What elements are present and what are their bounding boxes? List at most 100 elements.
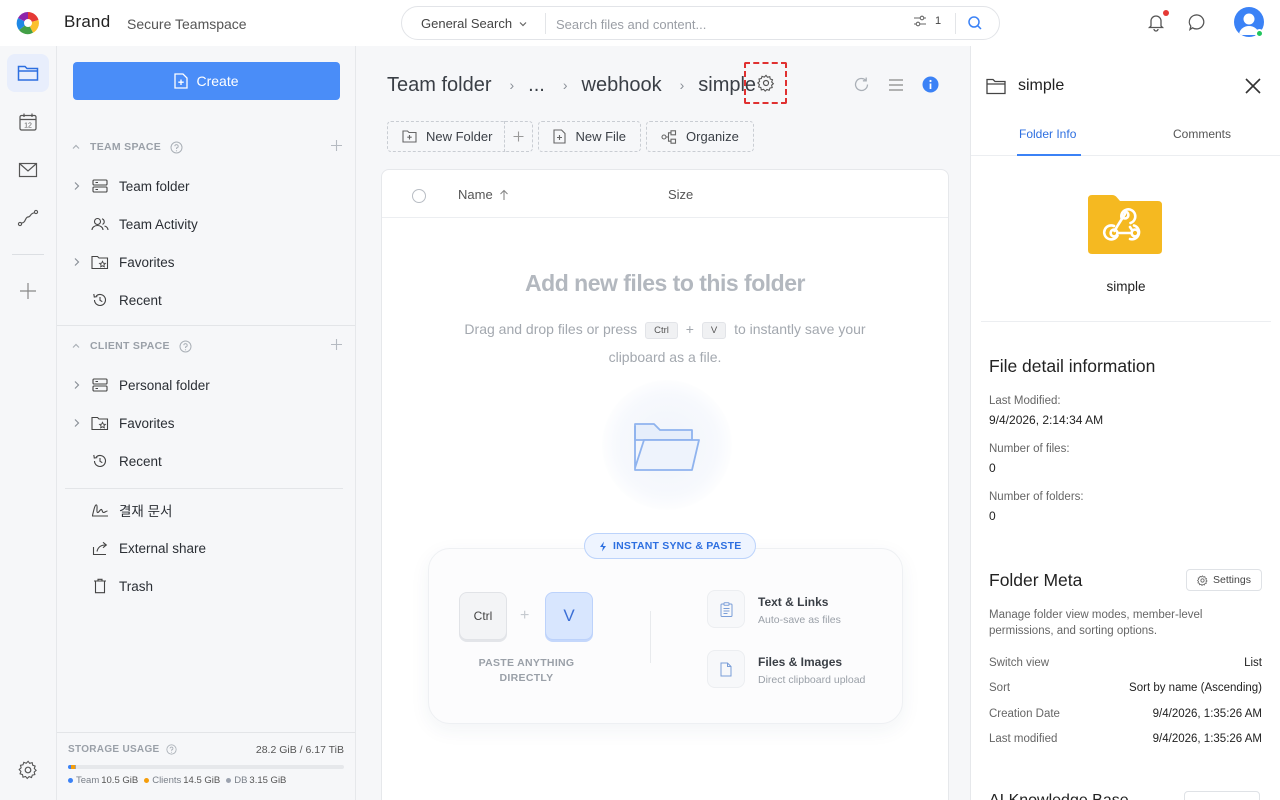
meta-row-switch-view: Switch view List (989, 657, 1262, 669)
paste-anything-label: PASTE ANYTHING DIRECTLY (478, 657, 575, 684)
chat-button[interactable] (1188, 13, 1207, 32)
rail-calendar[interactable]: 12 (7, 103, 49, 141)
tab-folder-info[interactable]: Folder Info (1019, 127, 1076, 141)
num-folders-label: Number of folders: (989, 491, 1084, 503)
search-input[interactable] (556, 14, 896, 34)
num-folders-value: 0 (989, 509, 996, 523)
breadcrumb-item[interactable]: Team folder (387, 74, 492, 97)
star-folder-icon (89, 416, 111, 431)
users-icon (89, 217, 111, 231)
add-team-space-icon[interactable] (330, 139, 343, 152)
new-file-icon (553, 129, 567, 144)
rail-divider (12, 254, 44, 255)
app-rail: 12 (0, 46, 57, 800)
instant-sync-card: Ctrl + V PASTE ANYTHING DIRECTLY Text & … (428, 548, 903, 724)
organize-button[interactable]: Organize (646, 121, 754, 152)
search-bar: General Search 1 (401, 6, 1000, 40)
rail-settings[interactable] (7, 751, 49, 789)
folder-icon (986, 78, 1006, 95)
main-content: Team folder › ... › webhook › simple New… (357, 46, 970, 800)
new-folder-button[interactable]: New Folder (387, 121, 506, 152)
column-header-name[interactable]: Name (458, 187, 509, 202)
filter-button[interactable]: 1 (913, 15, 941, 27)
storage-bar-team (68, 765, 71, 769)
logo-icon[interactable] (16, 11, 40, 35)
folder-icon (17, 65, 39, 81)
close-details-button[interactable] (1244, 77, 1262, 95)
breadcrumb-ellipsis[interactable]: ... (528, 74, 545, 97)
breadcrumb-separator-icon: › (562, 77, 568, 93)
details-panel: simple Folder Info Comments simple File … (970, 46, 1280, 800)
sidebar-item-team-recent[interactable]: Recent (71, 285, 341, 315)
new-file-label: New File (575, 129, 627, 144)
sidebar-item-client-favorites[interactable]: Favorites (71, 408, 341, 438)
breadcrumb-item[interactable]: webhook (582, 74, 662, 97)
folder-settings-button[interactable] (744, 62, 787, 104)
chevron-right-icon[interactable] (71, 257, 83, 267)
active-tab-indicator (1017, 154, 1081, 156)
details-tabs: Folder Info Comments (971, 118, 1280, 156)
search-scope-dropdown[interactable]: General Search (421, 16, 528, 31)
help-icon[interactable] (179, 340, 192, 353)
online-status-indicator (1255, 29, 1264, 38)
sidebar-item-approval-docs[interactable]: 결재 문서 (71, 495, 341, 525)
history-icon (89, 453, 111, 469)
file-icon (707, 650, 745, 688)
sidebar-item-label: Team folder (119, 178, 190, 194)
new-file-button[interactable]: New File (538, 121, 642, 152)
chevron-right-icon[interactable] (71, 418, 83, 428)
team-space-header[interactable]: TEAM SPACE (71, 137, 343, 157)
rail-mail[interactable] (7, 151, 49, 189)
storage-bar-clients (71, 765, 75, 769)
num-files-value: 0 (989, 461, 996, 475)
chevron-right-icon[interactable] (71, 380, 83, 390)
ai-knowledge-base-button[interactable] (1184, 791, 1260, 800)
sidebar-item-team-favorites[interactable]: Favorites (71, 247, 341, 277)
sidebar-item-label: 결재 문서 (119, 504, 173, 519)
storage-usage: STORAGE USAGE 28.2 GiB / 6.17 TiB Team 10… (57, 732, 355, 800)
client-space-title: CLIENT SPACE (90, 340, 170, 352)
help-icon[interactable] (170, 141, 183, 154)
webhook-folder-icon (1088, 194, 1162, 254)
trash-icon (89, 578, 111, 594)
server-icon (89, 378, 111, 392)
folder-meta-settings-button[interactable]: Settings (1186, 569, 1262, 591)
tab-comments[interactable]: Comments (1173, 127, 1231, 141)
storage-title: STORAGE USAGE (68, 744, 160, 755)
gear-icon (1197, 574, 1208, 586)
star-folder-icon (89, 255, 111, 270)
list-view-icon[interactable] (888, 78, 904, 92)
column-header-size[interactable]: Size (668, 187, 693, 202)
help-icon[interactable] (165, 744, 177, 755)
file-detail-title: File detail information (989, 356, 1156, 376)
sidebar-item-personal-folder[interactable]: Personal folder (71, 370, 341, 400)
chevron-right-icon[interactable] (71, 181, 83, 191)
create-button[interactable]: Create (73, 62, 340, 100)
refresh-icon[interactable] (853, 76, 870, 93)
sidebar-item-client-recent[interactable]: Recent (71, 446, 341, 476)
storage-legend: Team 10.5 GiB Clients 14.5 GiB DB 3.15 GiB (68, 775, 286, 786)
rail-workflow[interactable] (7, 199, 49, 237)
calendar-day: 12 (24, 123, 32, 130)
storage-bar-db (75, 765, 76, 769)
select-all-checkbox[interactable] (412, 189, 426, 203)
feature-files-images: Files & Images Direct clipboard upload (707, 650, 865, 688)
folder-meta-description: Manage folder view modes, member-level p… (989, 609, 1203, 637)
client-space-header[interactable]: CLIENT SPACE (71, 336, 343, 356)
file-list-panel: Name Size Add new files to this folder D… (381, 169, 949, 800)
organize-icon (661, 129, 677, 144)
ai-knowledge-base-title: AI Knowledge Base (989, 792, 1129, 800)
sidebar-item-team-folder[interactable]: Team folder (71, 171, 341, 201)
sidebar-item-external-share[interactable]: External share (71, 533, 341, 563)
empty-state-title: Add new files to this folder (525, 270, 805, 296)
sidebar-item-trash[interactable]: Trash (71, 571, 341, 601)
new-folder-more-button[interactable] (505, 121, 534, 152)
search-button[interactable] (967, 15, 983, 31)
rail-add[interactable] (7, 272, 49, 310)
add-client-space-icon[interactable] (330, 338, 343, 351)
rail-files[interactable] (7, 54, 49, 92)
info-icon[interactable] (922, 76, 939, 93)
sidebar-item-label: External share (119, 540, 207, 556)
sidebar-item-team-activity[interactable]: Team Activity (71, 209, 341, 239)
history-icon (89, 292, 111, 308)
